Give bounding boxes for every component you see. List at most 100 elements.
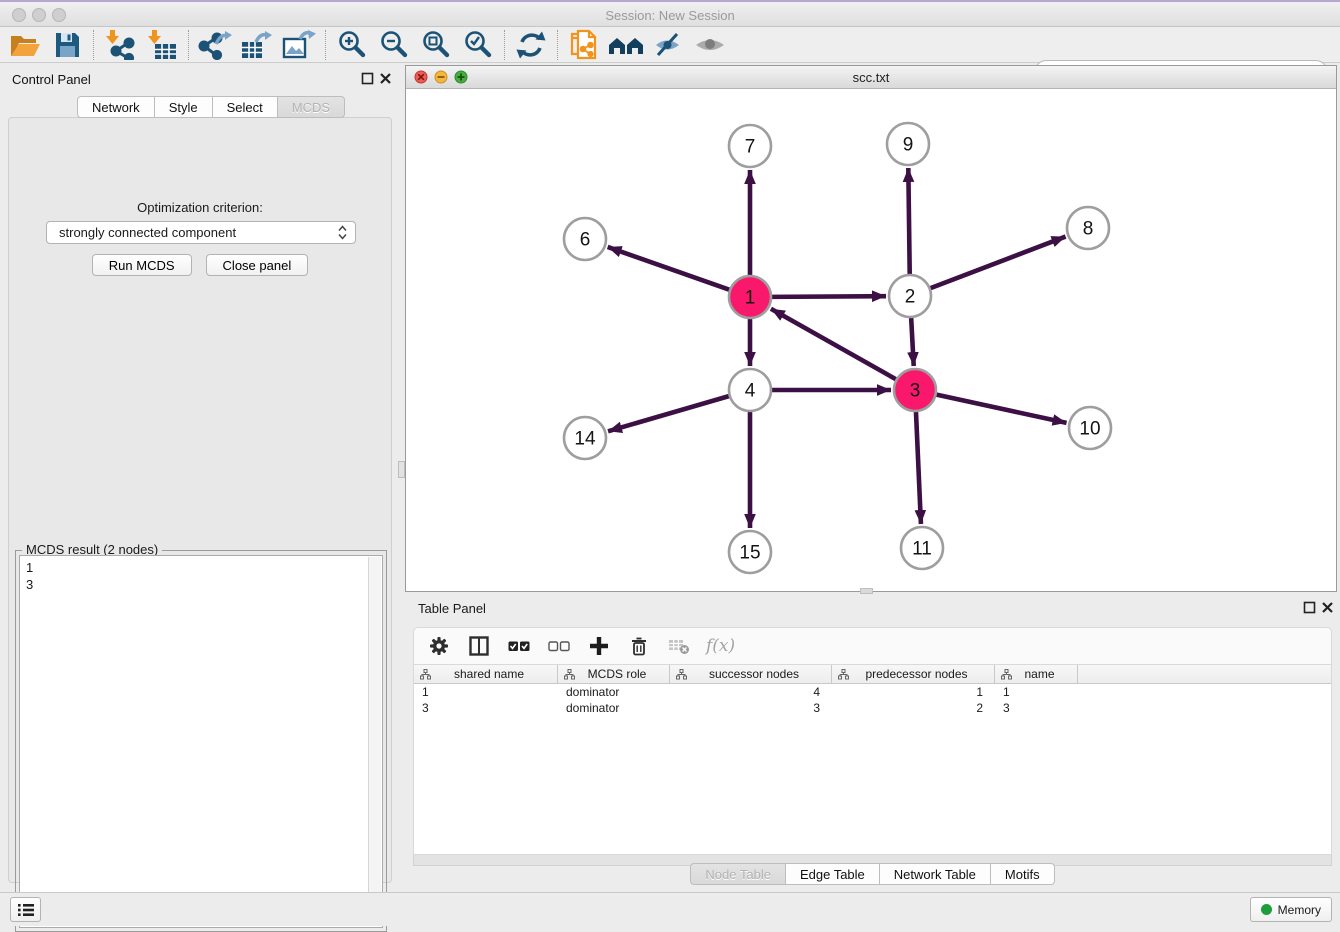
table-cell[interactable]: 1 [832,684,995,700]
table-row[interactable]: 3dominator323 [414,700,1331,716]
table-cell[interactable]: 2 [832,700,995,716]
graph-node-7[interactable]: 7 [729,125,771,167]
task-history-button[interactable] [10,897,41,922]
graph-edge-2-9[interactable] [908,168,909,274]
column-header-successor-nodes[interactable]: successor nodes [670,665,832,683]
zoom-out-icon[interactable] [373,28,415,62]
close-table-panel-icon[interactable] [1321,601,1334,614]
tab-select[interactable]: Select [213,96,278,118]
export-table-icon[interactable] [236,28,278,62]
mcds-result-text: 13 [19,555,383,928]
delete-column-icon[interactable] [626,631,652,661]
tab-edge-table[interactable]: Edge Table [786,863,880,885]
close-panel-icon[interactable] [379,72,392,85]
graph-node-3[interactable]: 3 [894,369,936,411]
export-image-icon[interactable] [278,28,320,62]
status-bar: Memory [0,892,1340,926]
table-cell[interactable]: dominator [558,700,670,716]
graph-edge-3-10[interactable] [936,395,1066,423]
settings-gear-icon[interactable] [426,631,452,661]
table-panel: Table Panel [405,595,1340,890]
refresh-icon[interactable] [510,28,552,62]
graph-edge-3-11[interactable] [916,412,921,524]
attribute-tree-icon [1001,669,1012,680]
stepper-arrows-icon [338,225,347,240]
export-network-icon[interactable] [194,28,236,62]
hide-selected-icon[interactable] [647,28,689,62]
delete-table-icon[interactable] [666,631,692,661]
graph-node-8[interactable]: 8 [1067,207,1109,249]
tab-motifs[interactable]: Motifs [991,863,1055,885]
horizontal-splitter-handle[interactable] [860,588,873,594]
close-panel-button[interactable]: Close panel [206,254,309,276]
criterion-dropdown[interactable]: strongly connected component [46,221,356,244]
graph-node-label: 15 [739,543,760,564]
tab-network[interactable]: Network [77,96,155,118]
table-cell[interactable]: 1 [995,684,1078,700]
function-builder-button[interactable]: f(x) [706,631,735,661]
table-cell[interactable]: 3 [995,700,1078,716]
graph-edge-1-2[interactable] [772,296,886,297]
first-neighbors-icon[interactable] [605,28,647,62]
graph-edge-2-3[interactable] [911,318,914,366]
graph-edge-1-6[interactable] [608,247,730,290]
graph-node-1[interactable]: 1 [729,276,771,318]
zoom-selected-icon[interactable] [457,28,499,62]
fx-label: f(x) [706,636,735,656]
graph-node-11[interactable]: 11 [901,527,943,569]
table-cell[interactable]: 3 [414,700,558,716]
graph-node-14[interactable]: 14 [564,417,606,459]
graph-node-label: 1 [745,288,756,309]
graph-node-15[interactable]: 15 [729,531,771,573]
run-mcds-button[interactable]: Run MCDS [92,254,192,276]
add-column-icon[interactable] [586,631,612,661]
table-cell[interactable]: 4 [670,684,832,700]
column-header-label: name [1012,667,1077,681]
tab-network-table[interactable]: Network Table [880,863,991,885]
table-row[interactable]: 1dominator411 [414,684,1331,700]
new-network-from-selection-icon[interactable] [563,28,605,62]
graph-node-6[interactable]: 6 [564,218,606,260]
table-cell[interactable]: 3 [670,700,832,716]
save-session-icon[interactable] [46,28,88,62]
float-table-panel-icon[interactable] [1303,601,1316,614]
show-all-icon[interactable] [689,28,731,62]
tab-node-table[interactable]: Node Table [690,863,786,885]
column-header-shared-name[interactable]: shared name [414,665,558,683]
unselect-all-columns-icon[interactable] [546,631,572,661]
list-icon [17,902,35,918]
column-header-MCDS-role[interactable]: MCDS role [558,665,670,683]
table-toolbar: f(x) [413,627,1332,664]
float-panel-icon[interactable] [361,72,374,85]
window-title: Session: New Session [0,8,1340,23]
table-panel-title: Table Panel [418,601,486,616]
graph-edge-4-14[interactable] [608,396,729,431]
memory-button[interactable]: Memory [1250,897,1332,922]
network-graph-canvas[interactable]: 1 2 3 4 6 7 8 9 10 11 14 15 [406,89,1336,591]
toolbar-separator [188,30,189,60]
show-columns-icon[interactable] [466,631,492,661]
select-all-columns-icon[interactable] [506,631,532,661]
tab-mcds[interactable]: MCDS [278,96,345,118]
network-window-titlebar[interactable]: scc.txt [406,66,1336,89]
graph-node-2[interactable]: 2 [889,275,931,317]
zoom-in-icon[interactable] [331,28,373,62]
tab-style[interactable]: Style [155,96,213,118]
graph-node-10[interactable]: 10 [1069,407,1111,449]
column-header-predecessor-nodes[interactable]: predecessor nodes [832,665,995,683]
toolbar-separator [504,30,505,60]
table-cell[interactable]: dominator [558,684,670,700]
graph-node-4[interactable]: 4 [729,369,771,411]
table-cell[interactable]: 1 [414,684,558,700]
graph-edge-3-1[interactable] [771,309,896,379]
result-scrollbar[interactable] [368,557,381,926]
graph-edge-2-8[interactable] [931,237,1066,289]
open-file-icon[interactable] [4,28,46,62]
import-network-icon[interactable] [99,28,141,62]
zoom-fit-icon[interactable] [415,28,457,62]
vertical-splitter-handle[interactable] [398,461,405,478]
graph-node-9[interactable]: 9 [887,123,929,165]
column-header-name[interactable]: name [995,665,1078,683]
import-table-icon[interactable] [141,28,183,62]
node-table[interactable]: shared name MCDS role successor nodes pr… [413,664,1332,855]
